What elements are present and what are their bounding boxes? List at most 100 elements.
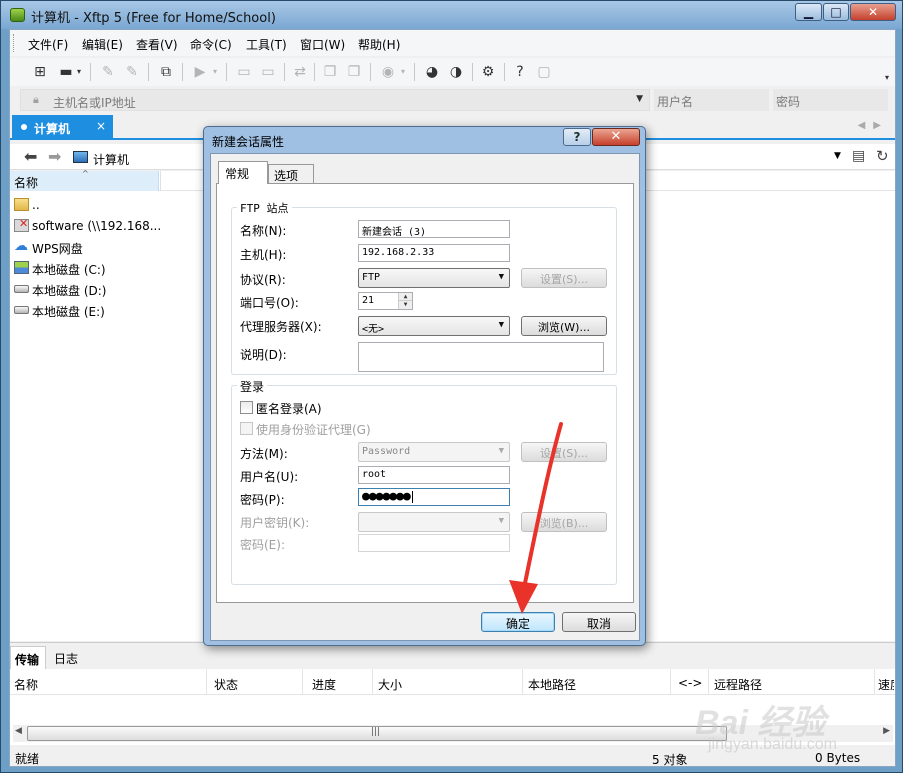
menu-window[interactable]: 窗口(W) bbox=[300, 36, 345, 53]
transfer-dropdown-icon[interactable]: ▾ bbox=[210, 62, 220, 82]
menu-file[interactable]: 文件(F) bbox=[28, 36, 68, 53]
globe-icon[interactable]: ◉ bbox=[378, 62, 398, 82]
transfer-icon[interactable]: ▶ bbox=[190, 62, 210, 82]
dialog-close-button[interactable]: ✕ bbox=[592, 128, 640, 146]
list-item[interactable]: 本地磁盘 (E:) bbox=[12, 300, 160, 320]
folder-up-icon[interactable]: ▤ bbox=[852, 148, 865, 164]
list-item[interactable]: software (\\192.168... bbox=[12, 216, 160, 236]
proxy-select[interactable]: <无> ▼ bbox=[358, 316, 510, 336]
user-key-select[interactable]: ▼ bbox=[358, 512, 510, 532]
list-item[interactable]: .. bbox=[12, 195, 160, 215]
column-status[interactable]: 状态 bbox=[214, 676, 238, 693]
tab-close-icon[interactable]: × bbox=[96, 119, 106, 133]
xftp-icon[interactable]: ◑ bbox=[446, 62, 466, 82]
title-bar[interactable]: 计算机 - Xftp 5 (Free for Home/School) ▁ □ … bbox=[1, 1, 902, 29]
column-divider[interactable] bbox=[874, 669, 875, 695]
list-item[interactable]: 本地磁盘 (D:) bbox=[12, 279, 160, 299]
copy-icon[interactable]: ❐ bbox=[320, 62, 340, 82]
cancel-button[interactable]: 取消 bbox=[562, 612, 636, 632]
column-progress[interactable]: 进度 bbox=[312, 676, 336, 693]
username-input[interactable]: 用户名 bbox=[654, 89, 769, 111]
menu-help[interactable]: 帮助(H) bbox=[358, 36, 400, 53]
description-field[interactable] bbox=[358, 342, 604, 372]
menu-command[interactable]: 命令(C) bbox=[190, 36, 232, 53]
protocol-settings-button[interactable]: 设置(S)... bbox=[521, 268, 607, 288]
refresh-icon[interactable]: ↻ bbox=[876, 147, 889, 165]
tab-scroll-arrows-icon[interactable]: ◀▶ bbox=[858, 120, 889, 131]
column-remote-path[interactable]: 远程路径 bbox=[714, 676, 762, 693]
method-select[interactable]: Password ▼ bbox=[358, 442, 510, 462]
menu-edit[interactable]: 编辑(E) bbox=[82, 36, 123, 53]
host-dropdown-icon[interactable]: ▼ bbox=[636, 94, 643, 104]
column-divider[interactable] bbox=[302, 669, 303, 695]
host-input[interactable]: 🔒︎ 主机名或IP地址 ▼ bbox=[20, 89, 650, 111]
method-settings-button[interactable]: 设置(S)... bbox=[521, 442, 607, 462]
stepper-up-icon[interactable]: ▲ bbox=[398, 293, 412, 301]
xshell-icon[interactable]: ◕ bbox=[422, 62, 442, 82]
dialog-help-button[interactable]: ? bbox=[563, 128, 591, 146]
column-divider[interactable] bbox=[160, 171, 161, 191]
chat-icon[interactable]: ▢ bbox=[534, 62, 554, 82]
column-divider[interactable] bbox=[206, 669, 207, 695]
column-divider[interactable] bbox=[670, 669, 671, 695]
column-name[interactable]: 名称 bbox=[14, 676, 38, 693]
tab-general[interactable]: 常规 bbox=[218, 161, 268, 184]
help-icon[interactable]: ? bbox=[510, 62, 530, 82]
menu-view[interactable]: 查看(V) bbox=[136, 36, 178, 53]
column-divider[interactable] bbox=[522, 669, 523, 695]
proxy-browse-button[interactable]: 浏览(W)... bbox=[521, 316, 607, 336]
minimize-button[interactable]: ▁ bbox=[795, 3, 822, 21]
upload-icon[interactable]: ▭ bbox=[234, 62, 254, 82]
stepper-down-icon[interactable]: ▼ bbox=[398, 301, 412, 309]
column-size[interactable]: 大小 bbox=[378, 676, 402, 693]
host-field[interactable]: 192.168.2.33 bbox=[358, 244, 510, 262]
list-item-label: software (\\192.168... bbox=[32, 219, 160, 233]
menu-tools[interactable]: 工具(T) bbox=[246, 36, 287, 53]
new-tab-icon[interactable]: ⧉ bbox=[156, 62, 176, 82]
open-folder-icon[interactable]: ▬ bbox=[56, 62, 76, 82]
download-icon[interactable]: ▭ bbox=[258, 62, 278, 82]
close-window-button[interactable]: ✕ bbox=[850, 3, 896, 21]
list-item[interactable]: ☁ WPS网盘 bbox=[12, 237, 160, 257]
column-local-path[interactable]: 本地路径 bbox=[528, 676, 576, 693]
disconnect-icon[interactable]: ✎ bbox=[122, 62, 142, 82]
column-direction[interactable]: <-> bbox=[678, 676, 702, 690]
back-arrow-icon[interactable]: ⬅ bbox=[24, 147, 37, 166]
list-item[interactable]: 本地磁盘 (C:) bbox=[12, 258, 160, 278]
scroll-left-icon[interactable]: ◀ bbox=[15, 726, 22, 736]
scrollbar-grip-icon: ||| bbox=[371, 727, 381, 737]
tab-computer[interactable]: 计算机 × bbox=[12, 115, 113, 140]
password-input[interactable]: 密码 bbox=[773, 89, 888, 111]
column-speed[interactable]: 速度 bbox=[878, 676, 894, 693]
tab-options[interactable]: 选项 bbox=[268, 164, 314, 184]
username-field[interactable]: root bbox=[358, 466, 510, 484]
settings-icon[interactable]: ⚙ bbox=[478, 62, 498, 82]
tab-log[interactable]: 日志 bbox=[54, 650, 78, 667]
tab-transfer[interactable]: 传输 bbox=[10, 646, 46, 669]
column-divider[interactable] bbox=[372, 669, 373, 695]
sync-icon[interactable]: ⇄ bbox=[290, 62, 310, 82]
globe-dropdown-icon[interactable]: ▾ bbox=[398, 62, 408, 82]
connect-icon[interactable]: ✎ bbox=[98, 62, 118, 82]
ok-button[interactable]: 确定 bbox=[481, 612, 555, 632]
port-stepper[interactable]: 21 ▲ ▼ bbox=[358, 292, 413, 310]
toolbar-overflow-icon[interactable]: ▾ bbox=[882, 68, 892, 88]
new-session-icon[interactable]: ⊞ bbox=[30, 62, 50, 82]
maximize-button[interactable]: □ bbox=[823, 3, 849, 21]
passphrase-field[interactable] bbox=[358, 534, 510, 552]
open-dropdown-icon[interactable]: ▾ bbox=[74, 62, 84, 82]
scroll-right-icon[interactable]: ▶ bbox=[883, 726, 890, 736]
scrollbar-thumb[interactable]: ||| bbox=[27, 726, 727, 741]
path-dropdown-icon[interactable]: ▼ bbox=[834, 151, 841, 161]
column-divider[interactable] bbox=[708, 669, 709, 695]
column-name-header[interactable]: 名称 ^ bbox=[10, 169, 159, 191]
anonymous-checkbox[interactable] bbox=[240, 401, 253, 414]
paste-icon[interactable]: ❐ bbox=[344, 62, 364, 82]
password-field[interactable]: ●●●●●●● bbox=[358, 488, 510, 506]
forward-arrow-icon[interactable]: ➡ bbox=[48, 147, 61, 166]
user-key-browse-button[interactable]: 浏览(B)... bbox=[521, 512, 607, 532]
session-name-field[interactable]: 新建会话 (3) bbox=[358, 220, 510, 238]
current-path[interactable]: 计算机 bbox=[93, 151, 129, 168]
auth-agent-checkbox[interactable] bbox=[240, 422, 253, 435]
protocol-select[interactable]: FTP ▼ bbox=[358, 268, 510, 288]
